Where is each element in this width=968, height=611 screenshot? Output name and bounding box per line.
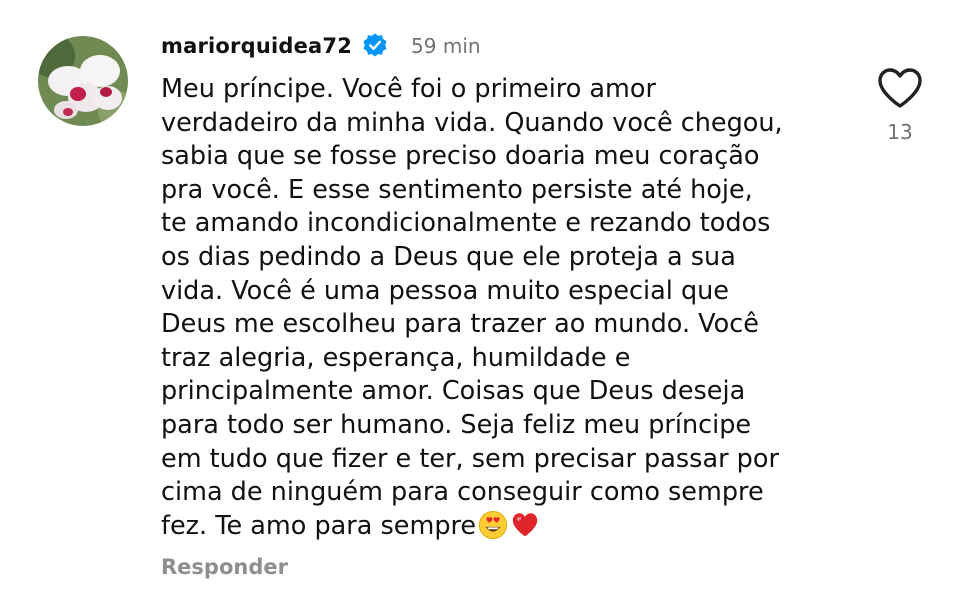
comment-text: Meu príncipe. Você foi o primeiro amor v…: [161, 73, 861, 543]
orchid-avatar-image: [38, 36, 128, 126]
verified-badge-icon: [361, 32, 389, 60]
comment-text-content: Meu príncipe. Você foi o primeiro amor v…: [161, 74, 783, 541]
like-count: 13: [887, 120, 913, 144]
comment-header: mariorquidea72 59 min: [161, 31, 481, 61]
timestamp: 59 min: [411, 34, 481, 58]
username[interactable]: mariorquidea72: [161, 34, 352, 58]
red-heart-emoji-icon: [510, 510, 540, 540]
heart-outline-icon: [878, 68, 922, 108]
like-button[interactable]: [876, 66, 924, 110]
comment: mariorquidea72 59 min Meu príncipe. Você…: [0, 0, 968, 611]
heart-eyes-emoji-icon: [478, 510, 508, 540]
reply-button[interactable]: Responder: [161, 555, 288, 579]
avatar[interactable]: [38, 36, 128, 126]
